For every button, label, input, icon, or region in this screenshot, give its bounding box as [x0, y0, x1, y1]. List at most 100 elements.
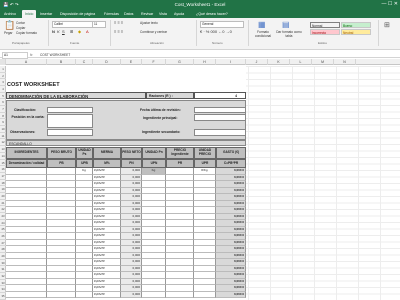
- column-header[interactable]: H: [194, 59, 216, 65]
- paste-button[interactable]: Pegar: [4, 31, 13, 35]
- tab-insertar[interactable]: Insertar: [40, 10, 52, 18]
- posicion-input[interactable]: [47, 114, 93, 128]
- ingrediente-secundario-label: Ingrediente secundario:: [142, 130, 181, 134]
- column-title: GASTO (€): [216, 147, 246, 159]
- clasificacion-label: Clasificación:: [14, 108, 37, 112]
- clasificacion-input[interactable]: [47, 107, 93, 113]
- column-title: PESO BRUTO: [47, 147, 76, 159]
- style-normal[interactable]: Normal: [310, 22, 340, 28]
- font-color-icon[interactable]: A: [86, 30, 89, 34]
- column-title: INGREDIENTES: [6, 147, 47, 159]
- name-box[interactable]: A1: [2, 52, 28, 59]
- column-header[interactable]: B: [47, 59, 76, 65]
- column-header[interactable]: C: [76, 59, 93, 65]
- fx-icon[interactable]: fx: [30, 53, 32, 57]
- column-subtitle: UPN: [142, 159, 166, 168]
- gasto-cell[interactable]: 0,000 €: [216, 291, 246, 298]
- wrap-text-button[interactable]: Ajustar texto: [140, 21, 158, 25]
- table-cell[interactable]: [194, 291, 216, 298]
- denominacion-cell[interactable]: DENOMINACIÓN DE LA ELABORACIÓN: [6, 92, 146, 99]
- ingrediente-secundario-input[interactable]: [194, 129, 246, 136]
- tab-inicio[interactable]: Inicio: [22, 10, 37, 18]
- table-cell[interactable]: [76, 291, 93, 298]
- merma-cell[interactable]: #¡DIV/0!: [93, 291, 121, 298]
- tab-archivo[interactable]: Archivo: [4, 10, 16, 18]
- column-header[interactable]: I: [216, 59, 246, 65]
- column-subtitle: UPB: [76, 159, 93, 168]
- cut-button[interactable]: Cortar: [16, 21, 25, 25]
- table-cell[interactable]: [166, 291, 194, 298]
- style-incorrecto[interactable]: Incorrecto: [310, 29, 340, 35]
- separator: [248, 20, 249, 46]
- style-neutral[interactable]: Neutral: [341, 29, 371, 35]
- align-left-icon[interactable]: ≡ ≡ ≡: [114, 30, 123, 34]
- formula-input[interactable]: COST WORKSHEET: [40, 53, 70, 57]
- number-format-select[interactable]: General: [200, 21, 244, 28]
- font-size-select[interactable]: 11: [92, 21, 106, 28]
- font-group-label: Fuente: [70, 41, 80, 45]
- format-as-table-icon[interactable]: ▤: [282, 20, 290, 29]
- paste-icon[interactable]: 📋: [4, 20, 15, 31]
- column-header[interactable]: J: [246, 59, 268, 65]
- separator: [196, 20, 197, 46]
- bold-button[interactable]: N: [52, 30, 55, 34]
- tab-ayuda[interactable]: Ayuda: [174, 10, 184, 18]
- table-cell[interactable]: [142, 291, 166, 298]
- column-title: UNIDAD PRECIO: [194, 147, 216, 159]
- fecha-revision-label: Fecha última de revisión:: [140, 108, 181, 112]
- tab-formulas[interactable]: Fórmulas: [104, 10, 119, 18]
- denominacion-label: DENOMINACIÓN DE LA ELABORACIÓN: [9, 93, 89, 99]
- column-header[interactable]: M: [312, 59, 334, 65]
- column-header[interactable]: E: [121, 59, 142, 65]
- underline-button[interactable]: S: [62, 30, 65, 34]
- insert-cells-icon[interactable]: ⊞: [384, 21, 390, 29]
- column-header[interactable]: K: [268, 59, 290, 65]
- observaciones-label: Observaciones:: [10, 130, 36, 134]
- window-controls[interactable]: — ☐ ✕: [382, 0, 398, 9]
- style-bueno[interactable]: Bueno: [341, 22, 371, 28]
- column-title: MERMA: [93, 147, 121, 159]
- style-label: Bueno: [343, 24, 353, 28]
- tab-vista[interactable]: Vista: [159, 10, 167, 18]
- fecha-revision-input[interactable]: [194, 107, 246, 113]
- separator: [48, 20, 49, 46]
- alignment-group-label: Alineación: [150, 41, 164, 45]
- tab-revisar[interactable]: Revisar: [141, 10, 153, 18]
- ribbon-tabs: Archivo Inicio Insertar Disposición de p…: [0, 9, 400, 18]
- separator: [110, 20, 111, 46]
- tab-disposicion[interactable]: Disposición de página: [60, 10, 95, 18]
- raciones-input[interactable]: 4: [194, 92, 246, 99]
- escandallo-label: ESCANDALLO: [9, 141, 32, 146]
- style-label: Neutral: [343, 31, 354, 35]
- raciones-value: 4: [235, 94, 237, 98]
- peso-neto-cell[interactable]: 0,000: [121, 291, 142, 298]
- column-header[interactable]: A: [6, 59, 47, 65]
- format-painter-button[interactable]: Copiar formato: [16, 31, 37, 35]
- posicion-label: Posición en la carta:: [11, 115, 45, 119]
- table-cell[interactable]: [6, 291, 47, 298]
- column-header[interactable]: L: [290, 59, 312, 65]
- currency-icon[interactable]: € · % 000 ←0 →0: [200, 30, 232, 34]
- column-subtitle: PR: [166, 159, 194, 168]
- format-as-table-button[interactable]: Dar formato como tabla: [276, 30, 302, 38]
- copy-button[interactable]: Copiar: [16, 26, 25, 30]
- ingrediente-principal-input[interactable]: [194, 114, 246, 121]
- tell-me-search[interactable]: ¿Qué desea hacer?: [196, 10, 228, 18]
- merge-center-button[interactable]: Combinar y centrar: [140, 30, 167, 34]
- align-top-icon[interactable]: ≡ ≡ ≡: [114, 21, 123, 25]
- fill-color-icon[interactable]: ◆: [78, 30, 81, 34]
- column-header[interactable]: F: [142, 59, 166, 65]
- font-name-select[interactable]: Calibri: [52, 21, 94, 28]
- borders-icon[interactable]: ⊞: [70, 30, 73, 34]
- observaciones-input[interactable]: [47, 129, 93, 136]
- tab-datos[interactable]: Datos: [124, 10, 133, 18]
- conditional-format-icon[interactable]: ▦: [258, 20, 266, 29]
- table-cell[interactable]: [47, 291, 76, 298]
- column-header[interactable]: G: [166, 59, 194, 65]
- sheet-title[interactable]: COST WORKSHEET: [7, 82, 60, 88]
- italic-button[interactable]: K: [57, 30, 60, 34]
- conditional-format-button[interactable]: Formato condicional: [252, 30, 274, 38]
- window-title: Cost_Worksheet1 - Excel: [174, 2, 226, 7]
- column-header[interactable]: D: [93, 59, 121, 65]
- column-header[interactable]: N: [334, 59, 356, 65]
